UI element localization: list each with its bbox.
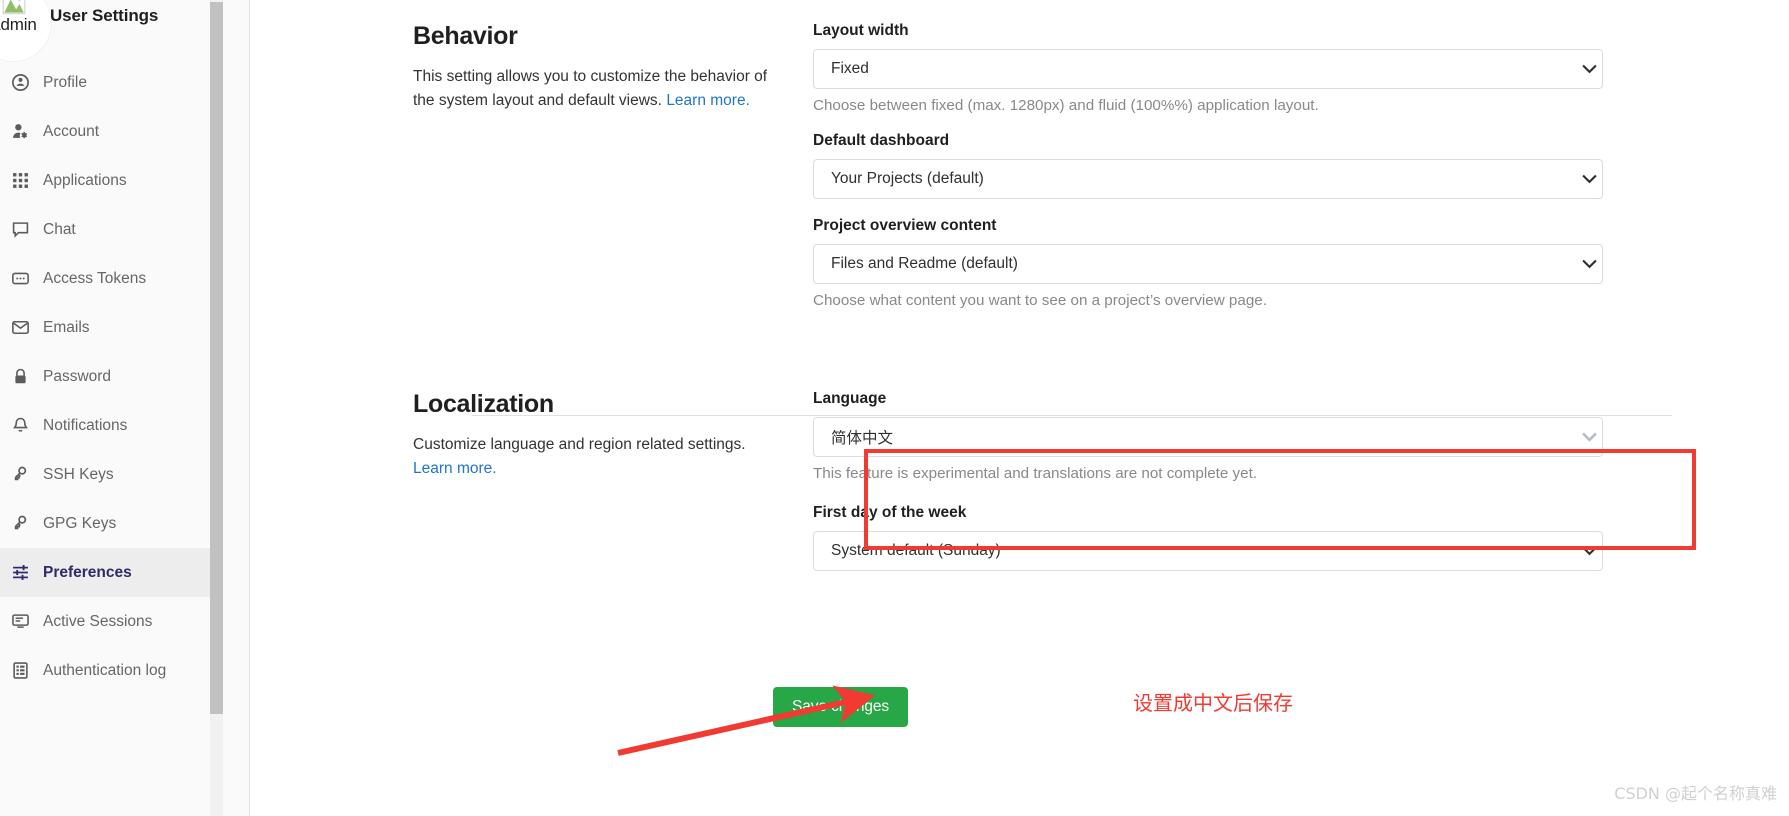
sidebar-title: User Settings bbox=[50, 6, 159, 25]
default-dashboard-select-wrap: Your Projects (default) bbox=[813, 159, 1613, 199]
sidebar-item-label: Account bbox=[43, 122, 100, 140]
project-overview-content-label: Project overview content bbox=[813, 217, 997, 234]
default-dashboard-field: Default dashboard Your Projects (default… bbox=[813, 132, 1613, 199]
language-select-wrap: 简体中文 bbox=[813, 417, 1613, 457]
user-gear-icon bbox=[3, 123, 37, 140]
sidebar-item-password[interactable]: Password bbox=[0, 352, 212, 401]
user-circle-icon bbox=[3, 74, 37, 91]
log-book-icon bbox=[3, 662, 37, 679]
localization-fields-column: Language 简体中文 This feature is experiment… bbox=[813, 390, 1613, 589]
sidebar-item-label: SSH Keys bbox=[43, 465, 114, 483]
project-overview-content-field: Project overview content Files and Readm… bbox=[813, 217, 1613, 309]
grid-apps-icon bbox=[3, 172, 37, 189]
key-icon bbox=[3, 466, 37, 483]
behavior-description-column: Behavior This setting allows you to cust… bbox=[413, 22, 813, 327]
first-day-of-week-field: First day of the week System default (Su… bbox=[813, 504, 1613, 571]
key-icon bbox=[3, 515, 37, 532]
layout-width-field: Layout width Fixed Choose between fixed … bbox=[813, 22, 1613, 114]
behavior-heading: Behavior bbox=[413, 22, 518, 50]
sidebar-item-label: Active Sessions bbox=[43, 612, 153, 630]
envelope-icon bbox=[3, 319, 37, 336]
behavior-section: Behavior This setting allows you to cust… bbox=[413, 22, 1613, 327]
sidebar-item-preferences[interactable]: Preferences bbox=[0, 548, 212, 597]
sidebar-item-label: Chat bbox=[43, 220, 76, 238]
localization-description-column: Localization Customize language and regi… bbox=[413, 390, 813, 589]
sidebar-scrollbar-thumb[interactable] bbox=[210, 2, 223, 714]
sidebar-item-notifications[interactable]: Notifications bbox=[0, 401, 212, 450]
avatar-username: Admin bbox=[0, 15, 37, 34]
language-field: Language 简体中文 This feature is experiment… bbox=[813, 390, 1613, 482]
language-help: This feature is experimental and transla… bbox=[813, 465, 1258, 482]
localization-learn-more-link[interactable]: Learn more. bbox=[413, 460, 497, 477]
chat-bubble-icon bbox=[3, 221, 37, 238]
sidebar-item-chat[interactable]: Chat bbox=[0, 205, 212, 254]
sidebar-item-label: Applications bbox=[43, 171, 127, 189]
app-root: Admin User Settings Profile Account bbox=[0, 0, 1789, 816]
first-day-of-week-select-wrap: System default (Sunday) bbox=[813, 531, 1613, 571]
localization-section: Localization Customize language and regi… bbox=[413, 390, 1613, 589]
layout-width-select-wrap: Fixed bbox=[813, 49, 1613, 89]
behavior-description: This setting allows you to customize the… bbox=[413, 65, 783, 113]
sidebar-item-label: Profile bbox=[43, 73, 87, 91]
sidebar-item-authentication-log[interactable]: Authentication log bbox=[0, 646, 212, 695]
chinese-note-annotation: 设置成中文后保存 bbox=[1133, 691, 1293, 715]
monitor-icon bbox=[3, 613, 37, 630]
layout-width-select[interactable]: Fixed bbox=[813, 49, 1603, 89]
csdn-watermark: CSDN @起个名称真难 bbox=[1614, 784, 1777, 803]
localization-description: Customize language and region related se… bbox=[413, 433, 783, 481]
preferences-main: Behavior This setting allows you to cust… bbox=[250, 0, 1789, 816]
sidebar-item-access-tokens[interactable]: Access Tokens bbox=[0, 254, 212, 303]
bell-icon bbox=[3, 417, 37, 434]
sidebar-item-active-sessions[interactable]: Active Sessions bbox=[0, 597, 212, 646]
sidebar-item-label: Emails bbox=[43, 318, 90, 336]
sidebar-item-label: Notifications bbox=[43, 416, 128, 434]
layout-width-help: Choose between fixed (max. 1280px) and f… bbox=[813, 97, 1319, 114]
sidebar-item-label: Password bbox=[43, 367, 112, 385]
sidebar-item-gpg-keys[interactable]: GPG Keys bbox=[0, 499, 212, 548]
save-changes-button[interactable]: Save changes bbox=[773, 687, 909, 727]
first-day-of-week-label: First day of the week bbox=[813, 504, 967, 521]
layout-width-label: Layout width bbox=[813, 22, 909, 39]
sidebar-item-emails[interactable]: Emails bbox=[0, 303, 212, 352]
sidebar-item-account[interactable]: Account bbox=[0, 107, 212, 156]
project-overview-content-select-wrap: Files and Readme (default) bbox=[813, 244, 1613, 284]
sliders-icon bbox=[3, 564, 37, 581]
sidebar-item-profile[interactable]: Profile bbox=[0, 58, 212, 107]
sidebar-item-label: Preferences bbox=[43, 563, 132, 581]
sidebar-item-label: Access Tokens bbox=[43, 269, 147, 287]
sidebar-item-applications[interactable]: Applications bbox=[0, 156, 212, 205]
first-day-of-week-select[interactable]: System default (Sunday) bbox=[813, 531, 1603, 571]
localization-description-text: Customize language and region related se… bbox=[413, 436, 746, 453]
lock-icon bbox=[3, 368, 37, 385]
project-overview-content-select[interactable]: Files and Readme (default) bbox=[813, 244, 1603, 284]
localization-heading: Localization bbox=[413, 390, 554, 418]
default-dashboard-label: Default dashboard bbox=[813, 132, 950, 149]
default-dashboard-select[interactable]: Your Projects (default) bbox=[813, 159, 1603, 199]
language-select[interactable]: 简体中文 bbox=[813, 417, 1603, 457]
token-card-icon bbox=[3, 270, 37, 287]
sidebar-item-label: GPG Keys bbox=[43, 514, 117, 532]
behavior-fields-column: Layout width Fixed Choose between fixed … bbox=[813, 22, 1613, 327]
behavior-learn-more-link[interactable]: Learn more. bbox=[666, 92, 750, 109]
language-label: Language bbox=[813, 390, 887, 407]
user-settings-sidebar: Admin User Settings Profile Account bbox=[0, 0, 250, 816]
project-overview-content-help: Choose what content you want to see on a… bbox=[813, 292, 1267, 309]
sidebar-item-label: Authentication log bbox=[43, 661, 167, 679]
sidebar-item-ssh-keys[interactable]: SSH Keys bbox=[0, 450, 212, 499]
